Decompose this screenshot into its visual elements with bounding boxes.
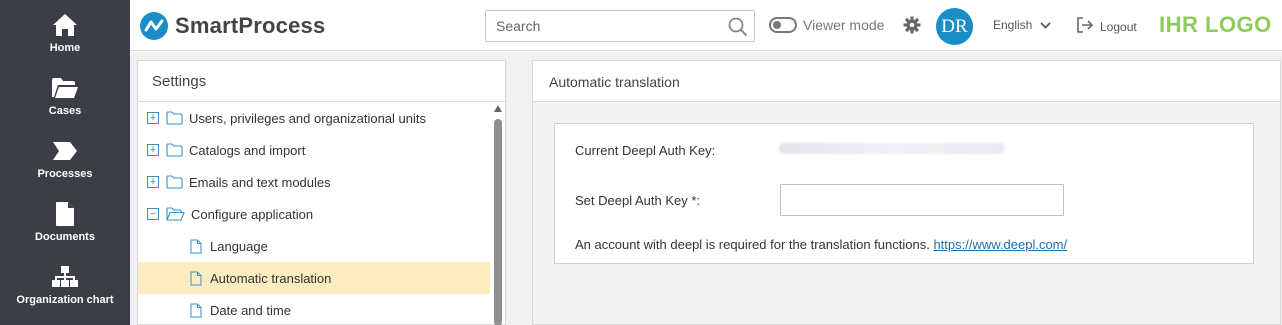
logout-label: Logout (1100, 19, 1137, 34)
tree-label: Configure application (191, 206, 314, 222)
file-icon (190, 239, 202, 254)
nav-label-organization-chart: Organization chart (16, 294, 114, 306)
logout-button[interactable]: Logout (1076, 17, 1137, 36)
tree-label: Emails and text modules (189, 174, 331, 190)
folder-icon (166, 175, 183, 189)
search-input[interactable] (486, 11, 721, 41)
expand-plus-icon[interactable]: + (147, 112, 159, 124)
document-icon (55, 199, 75, 229)
folder-open-icon (51, 73, 79, 103)
search-icon[interactable] (728, 17, 748, 42)
folder-open-icon (166, 207, 185, 221)
search-box (485, 10, 755, 42)
tree-item-date-and-time[interactable]: Date and time (138, 294, 490, 325)
tree-label: Language (210, 238, 268, 254)
tree-item-catalogs-import[interactable]: + Catalogs and import (138, 134, 490, 166)
nav-item-cases[interactable]: Cases (0, 67, 130, 127)
org-chart-icon (51, 262, 79, 292)
viewer-mode-label: Viewer mode (803, 17, 885, 33)
nav-label-home: Home (49, 42, 81, 54)
nav-label-cases: Cases (48, 105, 82, 117)
tree-item-users-privileges[interactable]: + Users, privileges and organizational u… (138, 102, 490, 134)
language-selector[interactable]: English (993, 18, 1051, 32)
viewer-mode-toggle[interactable]: Viewer mode (769, 17, 884, 33)
toggle-switch[interactable] (769, 17, 797, 33)
toggle-knob (773, 21, 781, 29)
smartprocess-logo-icon (140, 12, 168, 40)
collapse-minus-icon[interactable]: − (147, 208, 159, 220)
process-arrow-icon (52, 136, 78, 166)
nav-item-home[interactable]: Home (0, 4, 130, 64)
app-logo[interactable]: SmartProcess (139, 11, 325, 41)
nav-label-documents: Documents (35, 231, 95, 243)
gear-icon[interactable] (903, 16, 921, 39)
folder-icon (166, 143, 183, 157)
expand-plus-icon[interactable]: + (147, 144, 159, 156)
detail-title: Automatic translation (549, 74, 680, 90)
set-key-label: Set Deepl Auth Key *: (575, 193, 701, 208)
info-text: An account with deepl is required for th… (575, 237, 1067, 252)
app-name: SmartProcess (175, 13, 326, 38)
expand-plus-icon[interactable]: + (147, 176, 159, 188)
scroll-thumb[interactable] (494, 119, 502, 325)
language-label: English (993, 18, 1033, 32)
left-navigation: Home Cases Processes Documents Organizat… (0, 0, 130, 325)
tree-item-automatic-translation[interactable]: Automatic translation (138, 262, 490, 294)
tree-item-emails-text-modules[interactable]: + Emails and text modules (138, 166, 490, 198)
tree-label: Users, privileges and organizational uni… (189, 110, 427, 126)
tree-item-configure-application[interactable]: − Configure application (138, 198, 490, 230)
tree-item-language[interactable]: Language (138, 230, 490, 262)
deepl-link[interactable]: https://www.deepl.com/ (933, 237, 1067, 252)
chevron-down-icon (1040, 18, 1051, 32)
top-header: SmartProcess Viewer mode DR English Logo… (130, 0, 1282, 51)
tree-label: Date and time (210, 302, 291, 318)
nav-item-documents[interactable]: Documents (0, 193, 130, 253)
avatar[interactable]: DR (936, 8, 973, 45)
settings-panel: Settings + Users, privileges and organiz… (137, 60, 507, 325)
tree-scrollbar[interactable] (494, 105, 503, 325)
set-key-input[interactable] (780, 184, 1064, 216)
info-message: An account with deepl is required for th… (575, 237, 930, 252)
brand-logo: IHR LOGO (1159, 12, 1272, 37)
detail-header: Automatic translation (533, 61, 1280, 102)
current-key-value (779, 143, 1005, 154)
current-key-label: Current Deepl Auth Key: (575, 143, 716, 158)
settings-title: Settings (152, 73, 207, 90)
file-icon (190, 303, 202, 318)
logout-icon (1076, 17, 1094, 36)
home-icon (52, 10, 78, 40)
file-icon (190, 271, 202, 286)
translation-settings-card: Current Deepl Auth Key: Set Deepl Auth K… (554, 123, 1254, 264)
tree-label: Automatic translation (210, 270, 332, 286)
nav-label-processes: Processes (37, 168, 93, 180)
nav-item-processes[interactable]: Processes (0, 130, 130, 190)
scroll-up-arrow-icon[interactable] (494, 105, 502, 112)
nav-item-organization-chart[interactable]: Organization chart (0, 256, 130, 316)
tree-label: Catalogs and import (189, 142, 306, 158)
folder-icon (166, 111, 183, 125)
detail-panel: Automatic translation Current Deepl Auth… (532, 60, 1281, 325)
